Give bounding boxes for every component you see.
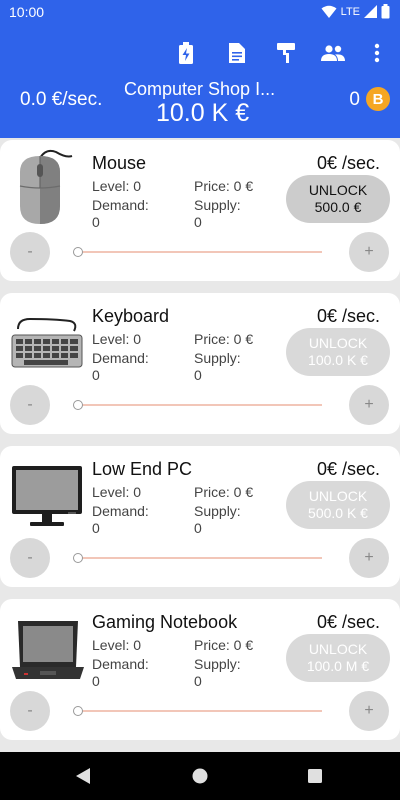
unlock-label: UNLOCK (308, 182, 368, 198)
increment-button[interactable]: + (349, 232, 389, 272)
supply-value: 0 (194, 367, 202, 383)
unlock-cost: 100.0 M € (306, 658, 370, 674)
quantity-slider-track[interactable] (78, 404, 322, 406)
increment-button[interactable]: + (349, 538, 389, 578)
product-level: Level: 0 (92, 637, 142, 653)
product-name: Mouse (92, 153, 147, 173)
demand-value: 0 (92, 520, 100, 536)
product-income: 0€ /sec. (316, 459, 380, 479)
product-level: Level: 0 (92, 331, 142, 347)
recents-icon[interactable] (308, 769, 322, 783)
demand-label: Demand: (92, 503, 149, 519)
increment-button[interactable]: + (349, 691, 389, 731)
supply-label: Supply: (194, 656, 241, 672)
product-card-keyboard: Keyboard 0€ /sec. Level: 0 Price: 0 € De… (0, 293, 400, 434)
product-level: Level: 0 (92, 178, 142, 194)
quantity-slider-thumb[interactable] (73, 400, 83, 410)
decrement-button[interactable]: - (10, 538, 50, 578)
coin-count: 0 (349, 89, 360, 110)
group-icon[interactable] (320, 40, 346, 66)
unlock-button[interactable]: UNLOCK 500.0 K € (286, 481, 390, 529)
coin-icon: B (366, 87, 390, 111)
unlock-button[interactable]: UNLOCK 100.0 M € (286, 634, 390, 682)
app-header: 0.0 €/sec. Computer Shop I... 10.0 K € 0… (0, 24, 400, 138)
unlock-button[interactable]: UNLOCK 100.0 K € (286, 328, 390, 376)
supply-value: 0 (194, 214, 202, 230)
demand-value: 0 (92, 367, 100, 383)
increment-button[interactable]: + (349, 385, 389, 425)
product-income: 0€ /sec. (316, 153, 380, 173)
money-balance: 10.0 K € (156, 99, 250, 127)
quantity-slider-track[interactable] (78, 251, 322, 253)
decrement-button[interactable]: - (10, 385, 50, 425)
status-time: 10:00 (9, 4, 45, 20)
product-level: Level: 0 (92, 484, 142, 500)
keyboard-icon (10, 299, 86, 379)
demand-value: 0 (92, 673, 100, 689)
supply-value: 0 (194, 520, 202, 536)
product-card-gaming-notebook: Gaming Notebook 0€ /sec. Level: 0 Price:… (0, 599, 400, 740)
supply-label: Supply: (194, 503, 241, 519)
unlock-cost: 500.0 K € (308, 505, 368, 521)
product-name: Low End PC (92, 459, 193, 479)
decrement-button[interactable]: - (10, 691, 50, 731)
product-price: Price: 0 € (194, 484, 254, 500)
mouse-icon (10, 146, 86, 226)
monitor-icon (10, 452, 86, 532)
product-card-mouse: Mouse 0€ /sec. Level: 0 Price: 0 € Deman… (0, 140, 400, 281)
demand-label: Demand: (92, 197, 149, 213)
product-income: 0€ /sec. (316, 306, 380, 326)
network-label: LTE (340, 5, 360, 18)
back-icon[interactable] (76, 768, 91, 784)
quantity-slider-track[interactable] (78, 557, 322, 559)
status-bar: 10:00 LTE (0, 0, 400, 24)
income-rate: 0.0 €/sec. (20, 89, 103, 110)
unlock-label: UNLOCK (308, 641, 368, 657)
wifi-icon (321, 5, 337, 18)
system-nav-bar (0, 752, 400, 800)
decrement-button[interactable]: - (10, 232, 50, 272)
home-icon[interactable] (192, 768, 208, 784)
quantity-slider-thumb[interactable] (73, 553, 83, 563)
product-list: Mouse 0€ /sec. Level: 0 Price: 0 € Deman… (0, 140, 400, 752)
battery-icon (381, 4, 390, 19)
supply-label: Supply: (194, 350, 241, 366)
product-card-low-end-pc: Low End PC 0€ /sec. Level: 0 Price: 0 € … (0, 446, 400, 587)
unlock-label: UNLOCK (308, 488, 368, 504)
quantity-slider-thumb[interactable] (73, 247, 83, 257)
product-price: Price: 0 € (194, 178, 254, 194)
quantity-slider-track[interactable] (78, 710, 322, 712)
product-name: Keyboard (92, 306, 170, 326)
demand-label: Demand: (92, 656, 149, 672)
demand-label: Demand: (92, 350, 149, 366)
unlock-button[interactable]: UNLOCK 500.0 € (286, 175, 390, 223)
product-income: 0€ /sec. (316, 612, 380, 632)
supply-label: Supply: (194, 197, 241, 213)
product-price: Price: 0 € (194, 637, 254, 653)
signal-icon (364, 5, 377, 18)
product-name: Gaming Notebook (92, 612, 238, 632)
unlock-cost: 500.0 € (314, 199, 362, 215)
quantity-slider-thumb[interactable] (73, 706, 83, 716)
paint-roller-icon[interactable] (273, 40, 299, 66)
shop-name: Computer Shop I... (124, 79, 276, 99)
unlock-cost: 100.0 K € (308, 352, 368, 368)
supply-value: 0 (194, 673, 202, 689)
battery-charging-icon[interactable] (173, 40, 199, 66)
status-icons: LTE (321, 4, 390, 19)
demand-value: 0 (92, 214, 100, 230)
laptop-icon (10, 605, 86, 685)
product-price: Price: 0 € (194, 331, 254, 347)
document-icon[interactable] (224, 40, 250, 66)
unlock-label: UNLOCK (308, 335, 368, 351)
more-vert-icon[interactable] (364, 40, 390, 66)
